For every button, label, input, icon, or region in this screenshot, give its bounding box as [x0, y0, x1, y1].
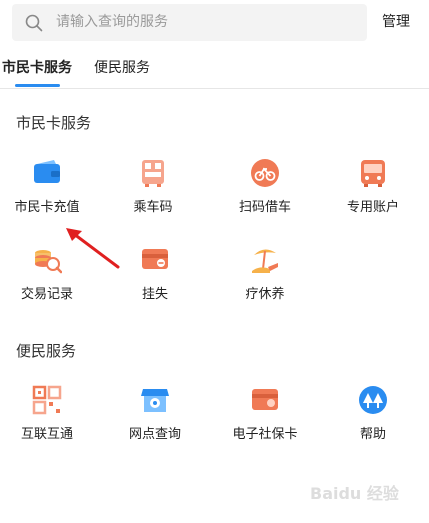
tab-citizen-card-services[interactable]: 市民卡服务	[2, 59, 72, 78]
manage-button[interactable]: 管理	[382, 13, 410, 32]
bicycle-icon	[251, 159, 279, 187]
bus-qrcode-icon	[142, 160, 164, 187]
service-item-bus-code[interactable]: 乘车码	[108, 158, 198, 230]
service-label: 疗休养	[245, 287, 285, 302]
coin-search-icon	[35, 250, 62, 274]
service-label: 市民卡充值	[14, 200, 80, 215]
service-item-card-recharge[interactable]: 市民卡充值	[2, 158, 92, 230]
tab-convenience-services[interactable]: 便民服务	[94, 59, 150, 78]
active-tab-indicator	[15, 84, 60, 87]
top-bar: 请输入查询的服务 管理	[0, 0, 429, 48]
service-label: 网点查询	[128, 427, 181, 442]
service-label: 扫码借车	[238, 200, 291, 215]
bus-icon	[361, 160, 385, 187]
wallet-icon	[34, 160, 60, 183]
search-placeholder: 请输入查询的服务	[56, 14, 168, 30]
service-label: 互联互通	[20, 427, 73, 442]
social-card-icon	[252, 389, 278, 410]
qrcode-icon	[32, 385, 62, 415]
service-item-recuperation[interactable]: 疗休养	[220, 245, 310, 317]
service-item-interconnection[interactable]: 互联互通	[2, 385, 92, 457]
search-input[interactable]: 请输入查询的服务	[12, 4, 367, 41]
beach-icon	[252, 249, 278, 273]
service-label: 专用账户	[346, 200, 399, 215]
divider	[0, 88, 429, 89]
service-item-dedicated-account[interactable]: 专用账户	[328, 158, 418, 230]
service-item-help[interactable]: 帮助	[328, 385, 418, 457]
store-location-icon	[141, 389, 169, 412]
service-item-e-social-card[interactable]: 电子社保卡	[220, 385, 310, 457]
tab-bar: 市民卡服务 便民服务	[0, 48, 429, 90]
service-label: 电子社保卡	[232, 427, 298, 442]
service-label: 挂失	[141, 287, 168, 302]
service-label: 乘车码	[133, 200, 173, 215]
tree-help-icon	[359, 386, 387, 414]
watermark: Baidu 经验	[310, 484, 399, 503]
red-arrow-annotation	[66, 228, 120, 269]
service-item-outlet-search[interactable]: 网点查询	[110, 385, 200, 457]
service-label: 帮助	[359, 427, 386, 442]
service-item-scan-bike[interactable]: 扫码借车	[220, 158, 310, 230]
card-lost-icon	[142, 249, 168, 269]
service-label: 交易记录	[20, 287, 73, 302]
section-title-convenience: 便民服务	[16, 342, 77, 360]
section-title-citizen-card: 市民卡服务	[16, 114, 92, 132]
search-icon	[25, 14, 43, 32]
